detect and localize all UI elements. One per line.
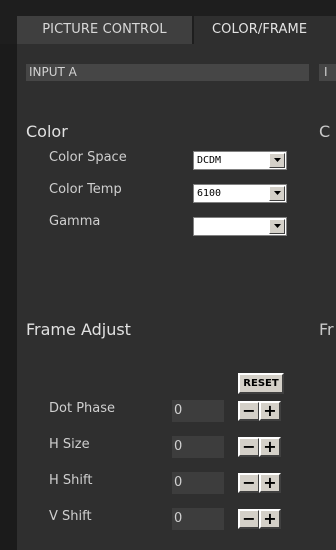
dot-phase-label: Dot Phase	[49, 401, 116, 416]
gamma-label: Gamma	[49, 214, 101, 229]
dot-phase-field[interactable]: 0	[172, 400, 224, 422]
chevron-down-icon[interactable]	[269, 186, 285, 201]
v-shift-minus-button[interactable]: −	[238, 509, 260, 529]
input-b-section-partial: I C Fr	[319, 64, 336, 550]
input-a-header: INPUT A	[26, 64, 309, 81]
color-temp-label: Color Temp	[49, 182, 122, 197]
frame-adjust-title: Frame Adjust	[26, 320, 131, 339]
gamma-dropdown[interactable]	[193, 217, 287, 236]
chevron-down-icon[interactable]	[269, 153, 285, 168]
color-temp-value: 6100	[197, 188, 222, 199]
h-shift-plus-button[interactable]: +	[259, 473, 281, 493]
h-shift-field[interactable]: 0	[172, 472, 224, 494]
app-window: PICTURE CONTROL COLOR/FRAME INPUT A Colo…	[0, 0, 336, 550]
color-temp-dropdown[interactable]: 6100	[193, 184, 287, 203]
v-shift-field[interactable]: 0	[172, 508, 224, 530]
chevron-down-icon[interactable]	[269, 219, 285, 234]
input-b-frame-title: Fr	[319, 320, 334, 339]
color-frame-panel: INPUT A Color Color Space DCDM Color Tem…	[17, 44, 336, 550]
v-shift-plus-button[interactable]: +	[259, 509, 281, 529]
tab-bar: PICTURE CONTROL COLOR/FRAME	[0, 0, 336, 44]
h-size-label: H Size	[49, 437, 90, 452]
h-shift-minus-button[interactable]: −	[238, 473, 260, 493]
v-shift-label: V Shift	[49, 509, 92, 524]
reset-button[interactable]: RESET	[238, 373, 284, 394]
dot-phase-minus-button[interactable]: −	[238, 401, 260, 421]
input-b-color-title: C	[319, 122, 331, 141]
color-space-dropdown[interactable]: DCDM	[193, 151, 287, 170]
h-shift-label: H Shift	[49, 473, 93, 488]
dot-phase-plus-button[interactable]: +	[259, 401, 281, 421]
h-size-minus-button[interactable]: −	[238, 437, 260, 457]
h-size-plus-button[interactable]: +	[259, 437, 281, 457]
input-a-section: INPUT A Color Color Space DCDM Color Tem…	[26, 64, 309, 550]
tab-picture-control[interactable]: PICTURE CONTROL	[17, 16, 192, 44]
input-b-header: I	[319, 64, 336, 81]
color-space-value: DCDM	[197, 155, 222, 166]
color-title: Color	[26, 122, 68, 141]
tab-color-frame[interactable]: COLOR/FRAME	[194, 16, 336, 44]
color-space-label: Color Space	[49, 150, 127, 165]
h-size-field[interactable]: 0	[172, 436, 224, 458]
